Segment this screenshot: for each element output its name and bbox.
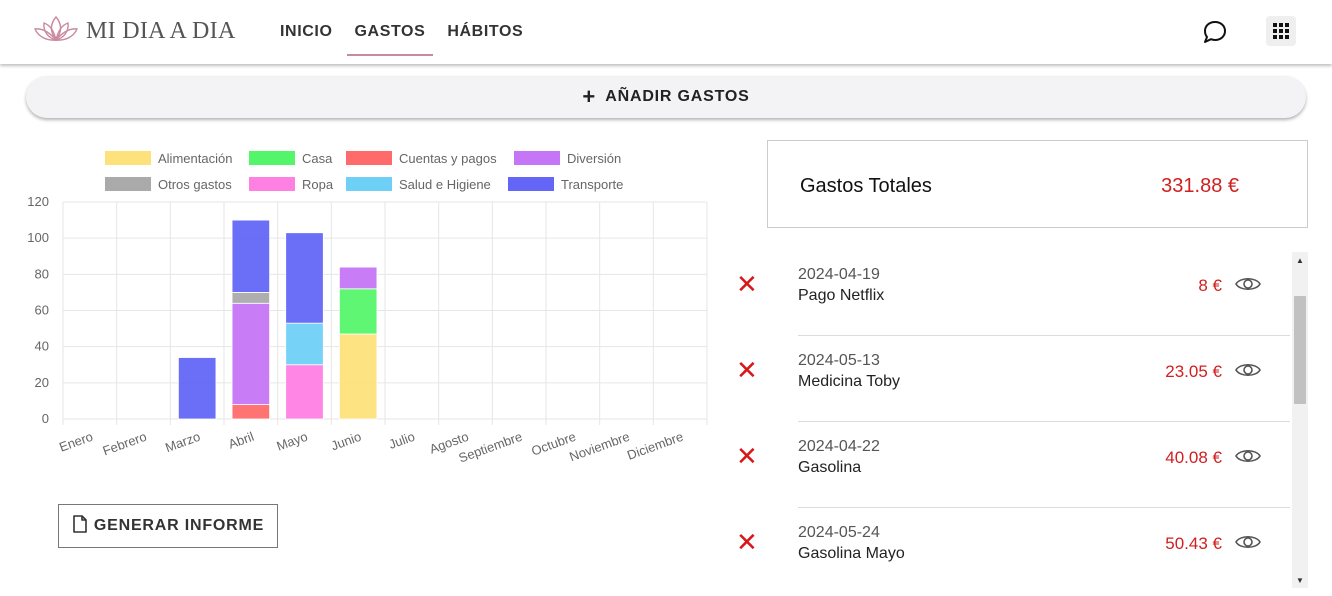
list-item: ✕ 2024-04-22 Gasolina 40.08 € xyxy=(730,422,1290,508)
totals-card: Gastos Totales 331.88 € xyxy=(767,140,1308,228)
lotus-icon xyxy=(32,14,80,49)
nav-item-gastos[interactable]: GASTOS xyxy=(346,0,434,64)
x-tick-label: Junio xyxy=(329,429,363,454)
expense-amount: 50.43 € xyxy=(1165,534,1222,553)
x-tick-label: Mayo xyxy=(275,429,310,454)
generate-report-button[interactable]: GENERAR INFORME xyxy=(58,504,278,548)
legend-label: Ropa xyxy=(302,177,334,192)
app-title: MI DIA A DIA xyxy=(86,18,236,44)
x-tick-label: Febrero xyxy=(101,429,149,459)
add-expense-label: AÑADIR GASTOS xyxy=(605,88,750,105)
y-tick-label: 80 xyxy=(35,266,49,281)
legend-label: Alimentación xyxy=(158,151,232,166)
legend-label: Cuentas y pagos xyxy=(399,151,497,166)
chat-bubble-icon[interactable] xyxy=(1200,18,1228,46)
generate-report-label: GENERAR INFORME xyxy=(93,517,265,534)
x-tick-label: Marzo xyxy=(163,429,202,455)
eye-icon[interactable] xyxy=(1234,446,1262,466)
expense-name: Gasolina Mayo xyxy=(798,545,905,562)
expense-amount: 23.05 € xyxy=(1165,362,1222,381)
expenses-chart: Alimentación Casa Cuentas y pagos Diversión… xyxy=(27,151,708,466)
bar-segment xyxy=(338,333,378,420)
legend-label: Salud e Higiene xyxy=(399,177,491,192)
y-tick-label: 0 xyxy=(42,411,49,426)
close-icon[interactable]: ✕ xyxy=(736,358,758,384)
x-tick-label: Julio xyxy=(387,429,417,452)
legend-label: Casa xyxy=(302,151,333,166)
document-icon xyxy=(72,514,88,538)
legend-label: Diversión xyxy=(567,151,621,166)
totals-value: 331.88 € xyxy=(1161,175,1239,197)
bar-segment xyxy=(231,219,271,293)
list-item: ✕ 2024-05-13 Medicina Toby 23.05 € xyxy=(730,336,1290,422)
bar-segment xyxy=(285,232,324,324)
legend-swatch xyxy=(508,177,554,191)
x-tick-label: Enero xyxy=(57,429,95,455)
y-tick-label: 120 xyxy=(27,194,49,209)
expense-date: 2024-05-24 xyxy=(798,524,880,541)
legend-label: Otros gastos xyxy=(158,177,232,192)
totals-label: Gastos Totales xyxy=(800,175,932,197)
expense-name: Medicina Toby xyxy=(798,373,900,390)
scroll-thumb[interactable] xyxy=(1294,296,1306,404)
nav-item-inicio[interactable]: INICIO xyxy=(272,0,341,64)
eye-icon[interactable] xyxy=(1234,532,1262,552)
scroll-up-arrow[interactable]: ▲ xyxy=(1292,252,1308,268)
legend-swatch xyxy=(249,151,295,165)
x-tick-label: Abril xyxy=(226,429,256,452)
bar-segment xyxy=(231,404,271,420)
top-navigation-bar: MI DIA A DIA INICIO GASTOS HÁBITOS xyxy=(0,0,1332,64)
bar-segment xyxy=(231,302,271,405)
expense-name: Pago Netflix xyxy=(798,287,885,304)
expense-date: 2024-04-22 xyxy=(798,438,880,455)
list-item: ✕ 2024-05-24 Gasolina Mayo 50.43 € xyxy=(730,508,1290,590)
app-logo[interactable]: MI DIA A DIA xyxy=(32,14,236,49)
expense-list-scrollbar[interactable]: ▲ ▼ xyxy=(1292,252,1308,588)
close-icon[interactable]: ✕ xyxy=(736,530,758,556)
bar-segment xyxy=(285,364,324,420)
bar-segment xyxy=(285,322,324,366)
expense-amount: 40.08 € xyxy=(1165,448,1222,467)
x-tick-label: Diciembre xyxy=(625,429,685,463)
apps-grid-icon[interactable] xyxy=(1266,16,1296,46)
legend-swatch xyxy=(514,151,560,165)
expense-amount: 8 € xyxy=(1198,276,1222,295)
scroll-down-arrow[interactable]: ▼ xyxy=(1292,572,1308,588)
nav-item-habitos[interactable]: HÁBITOS xyxy=(439,0,531,64)
y-tick-label: 40 xyxy=(35,339,49,354)
expense-date: 2024-04-19 xyxy=(798,266,880,283)
y-tick-label: 20 xyxy=(35,375,49,390)
x-tick-label: Noviembre xyxy=(567,429,631,465)
expense-name: Gasolina xyxy=(798,459,862,476)
plus-icon: + xyxy=(582,84,596,109)
eye-icon[interactable] xyxy=(1234,274,1262,294)
bar-segment xyxy=(338,288,378,335)
bar-segment xyxy=(231,292,271,304)
legend-swatch xyxy=(346,151,392,165)
add-expense-button[interactable]: + AÑADIR GASTOS xyxy=(26,76,1306,118)
bar-segment xyxy=(177,357,217,420)
list-item: ✕ 2024-04-19 Pago Netflix 8 € xyxy=(730,250,1290,336)
legend-swatch xyxy=(105,151,151,165)
eye-icon[interactable] xyxy=(1234,360,1262,380)
legend-swatch xyxy=(249,177,295,191)
main-nav: INICIO GASTOS HÁBITOS xyxy=(272,0,537,64)
y-tick-label: 100 xyxy=(27,230,49,245)
close-icon[interactable]: ✕ xyxy=(736,444,758,470)
y-tick-label: 60 xyxy=(35,303,49,318)
expense-list: ✕ 2024-04-19 Pago Netflix 8 € ✕ 2024-05-… xyxy=(730,250,1310,590)
legend-label: Transporte xyxy=(561,177,623,192)
legend-swatch xyxy=(105,177,151,191)
legend-swatch xyxy=(346,177,392,191)
expense-date: 2024-05-13 xyxy=(798,352,880,369)
bar-segment xyxy=(338,266,378,290)
close-icon[interactable]: ✕ xyxy=(736,272,758,298)
